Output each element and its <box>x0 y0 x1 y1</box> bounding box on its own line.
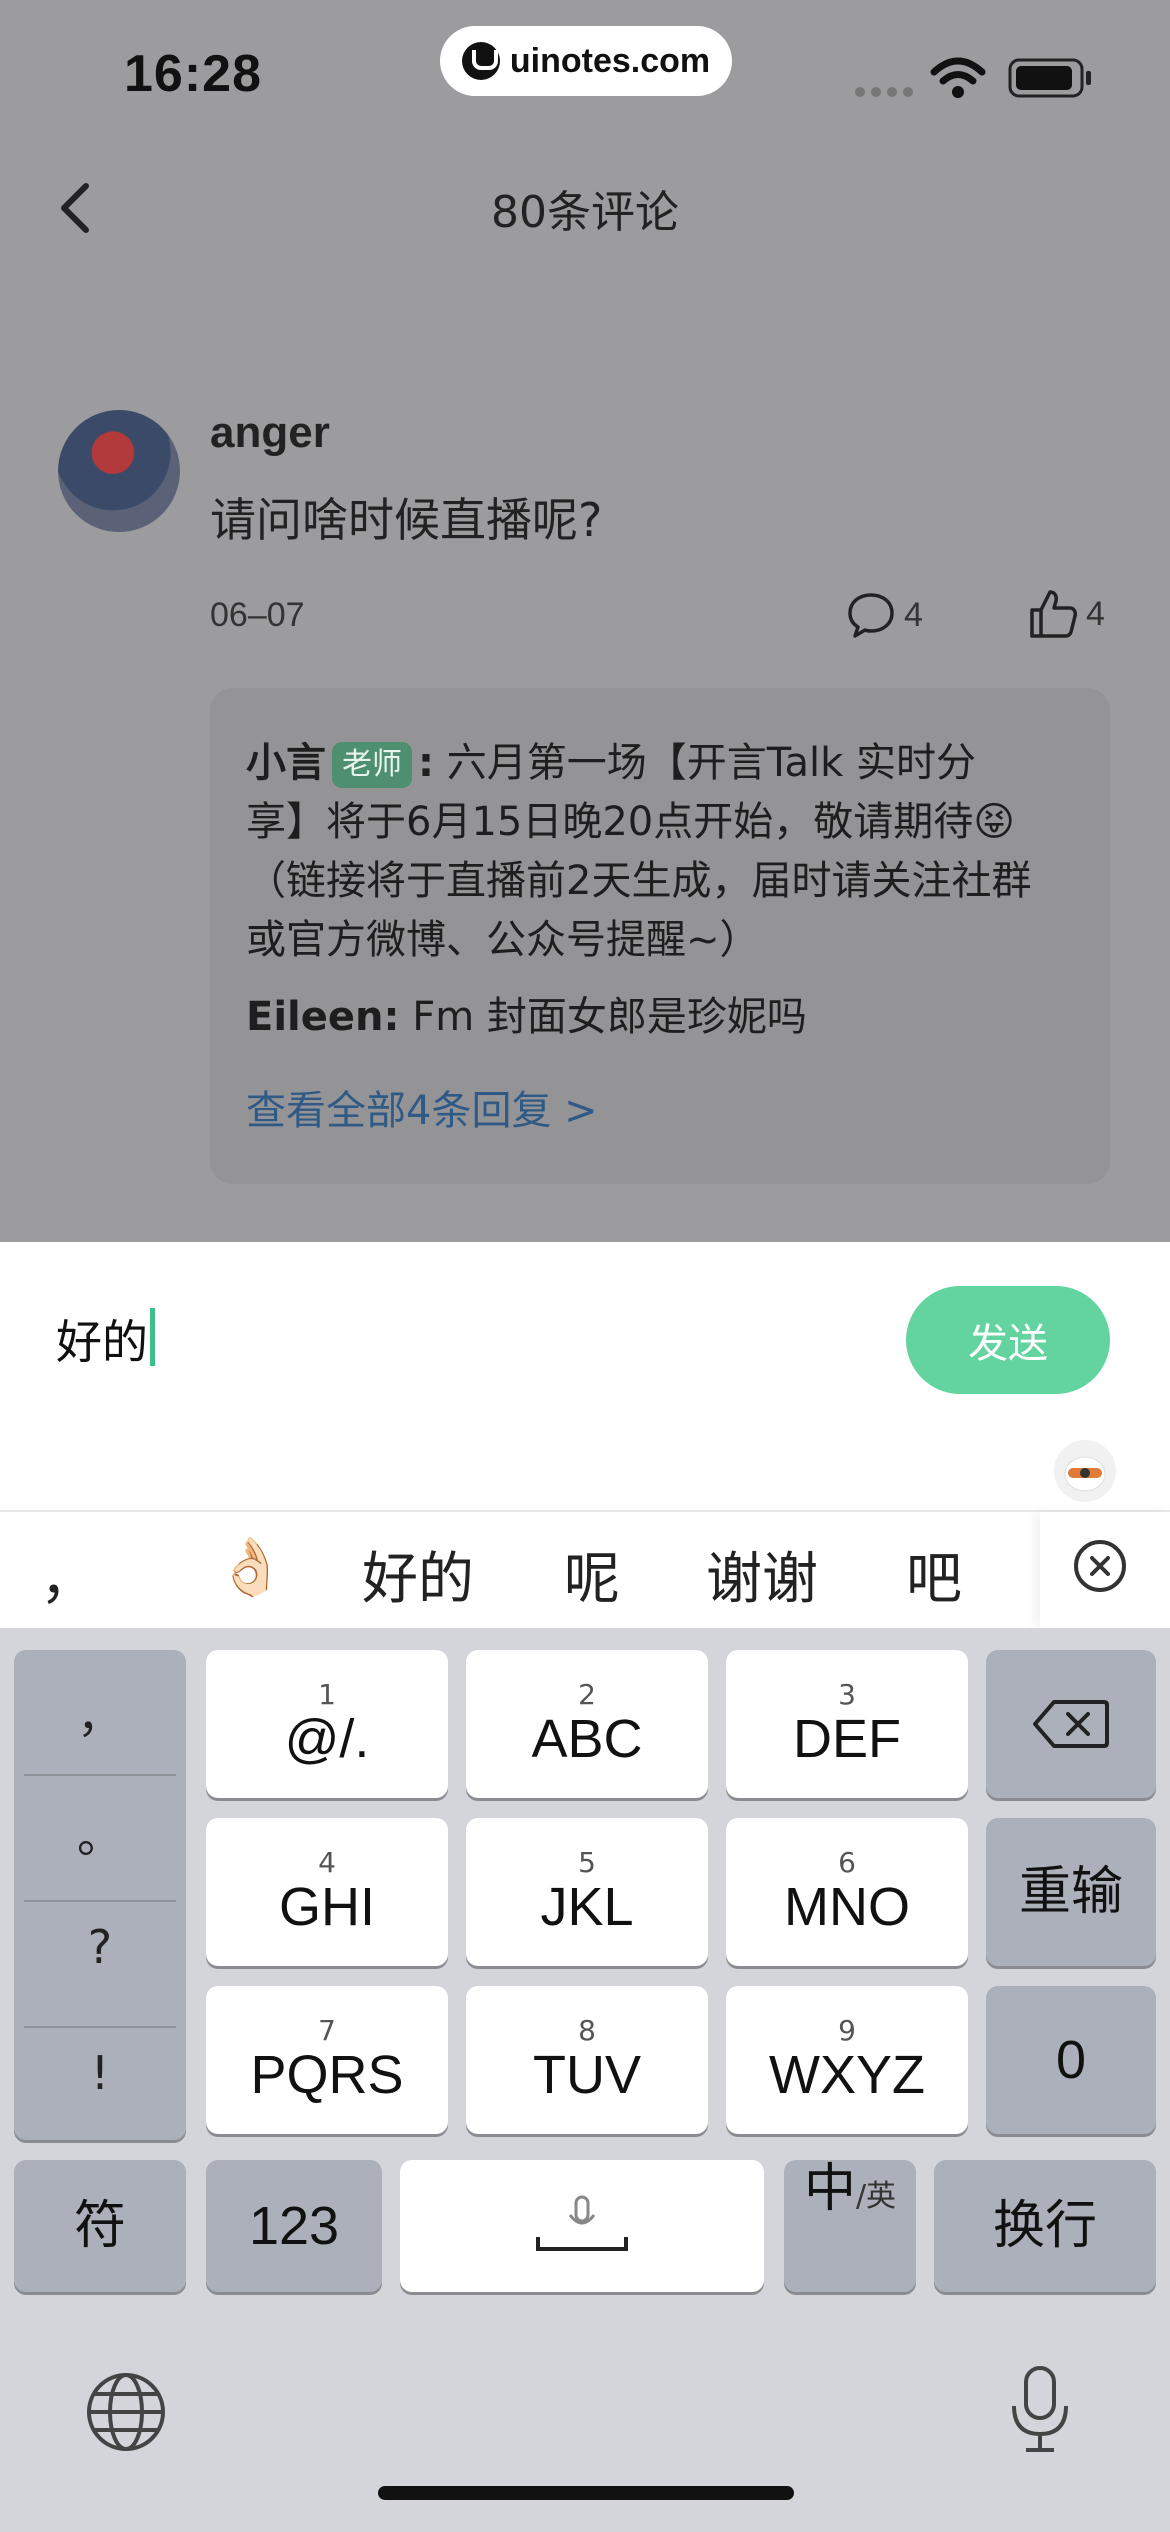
mic-icon[interactable] <box>1006 2364 1074 2456</box>
view-all-replies-link[interactable]: 查看全部4条回复 > <box>246 1078 598 1136</box>
like-count: 4 <box>1086 594 1105 633</box>
delete-icon <box>1033 1700 1109 1748</box>
candidate-item[interactable]: ， <box>40 1534 96 1615</box>
uinotes-logo-icon <box>461 42 500 80</box>
site-pill: uinotes.com <box>440 26 732 96</box>
reply-text-line: 享】将于6月15日晚20点开始，敬请期待 <box>246 799 974 845</box>
reply-count-button[interactable]: 4 <box>846 590 923 640</box>
candidate-item[interactable]: 呢 <box>564 1534 620 1615</box>
candidate-item[interactable]: 吧 <box>906 1534 962 1615</box>
key-3[interactable]: 3 DEF <box>726 1650 968 1798</box>
home-indicator <box>378 2486 794 2500</box>
reply-author[interactable]: Eileen: <box>246 994 399 1040</box>
comment-input[interactable]: 好的 <box>56 1306 148 1372</box>
avatar[interactable] <box>58 410 180 532</box>
return-key[interactable]: 换行 <box>934 2160 1156 2292</box>
space-mic-icon <box>536 2195 628 2251</box>
mascot-face-icon <box>1064 1456 1106 1492</box>
reply-text-line: 六月第一场【开言Talk 实时分 <box>446 740 977 786</box>
key-5[interactable]: 5 JKL <box>466 1818 708 1966</box>
comment-date: 06–07 <box>210 596 305 634</box>
reply-count: 4 <box>904 595 923 634</box>
reply-text-line: （链接将于直播前2天生成，届时请关注社群 <box>246 858 1032 904</box>
symbols-key[interactable]: 符 <box>14 2160 186 2292</box>
punct-key[interactable]: 。 <box>14 1800 186 1866</box>
close-icon[interactable] <box>1074 1540 1126 1592</box>
like-button[interactable]: 4 <box>1028 588 1105 640</box>
reply-author[interactable]: 小言 <box>246 740 326 786</box>
globe-icon[interactable] <box>84 2370 168 2454</box>
candidate-item[interactable]: 谢谢 <box>706 1534 818 1615</box>
signal-icon <box>855 87 913 97</box>
key-8[interactable]: 8 TUV <box>466 1986 708 2134</box>
candidate-item[interactable]: 👌🏻 <box>216 1534 286 1600</box>
candidate-item[interactable]: 好的 <box>362 1534 474 1615</box>
key-1[interactable]: 1 @/. <box>206 1650 448 1798</box>
space-key[interactable] <box>400 2160 764 2292</box>
punctuation-column: ， 。 ? ! <box>14 1650 186 2140</box>
page-title: 80条评论 <box>491 187 679 238</box>
reply-2: Eileen: Fm 封面女郎是珍妮吗 <box>246 988 1076 1047</box>
teacher-badge: 老师 <box>332 742 412 788</box>
comment-text: 请问啥时候直播呢? <box>210 493 603 547</box>
key-7[interactable]: 7 PQRS <box>206 1986 448 2134</box>
reenter-key[interactable]: 重输 <box>986 1818 1156 1966</box>
keyboard-toolbar <box>0 1432 1170 1512</box>
key-2[interactable]: 2 ABC <box>466 1650 708 1798</box>
zero-key[interactable]: 0 <box>986 1986 1156 2134</box>
key-6[interactable]: 6 MNO <box>726 1818 968 1966</box>
punct-key[interactable]: ! <box>14 2046 186 2100</box>
delete-key[interactable] <box>986 1650 1156 1798</box>
reply-1: 小言 老师: 六月第一场【开言Talk 实时分 享】将于6月15日晚20点开始，敬… <box>246 740 1032 963</box>
send-button[interactable]: 发送 <box>906 1286 1110 1394</box>
battery-icon <box>1008 58 1091 98</box>
language-key[interactable]: 中/英 <box>784 2160 916 2292</box>
site-label: uinotes.com <box>509 41 711 80</box>
comment-icon <box>848 593 894 638</box>
comment-username[interactable]: anger <box>210 408 330 458</box>
key-9[interactable]: 9 WXYZ <box>726 1986 968 2134</box>
emoji-icon: 😝 <box>973 799 1015 845</box>
thumbs-up-icon <box>1030 590 1077 638</box>
punct-key[interactable]: ， <box>14 1680 186 1746</box>
numbers-key[interactable]: 123 <box>206 2160 382 2292</box>
wifi-icon <box>930 57 986 98</box>
text-caret <box>150 1308 155 1366</box>
status-time: 16:28 <box>124 45 262 103</box>
replies-preview: 小言 老师: 六月第一场【开言Talk 实时分 享】将于6月15日晚20点开始，敬… <box>210 688 1110 1184</box>
reply-text-line: 或官方微博、公众号提醒~） <box>246 917 760 963</box>
reply-text: Fm 封面女郎是珍妮吗 <box>412 994 807 1040</box>
key-4[interactable]: 4 GHI <box>206 1818 448 1966</box>
punct-key[interactable]: ? <box>14 1920 186 1974</box>
keyboard-mascot-icon[interactable] <box>1054 1440 1116 1502</box>
